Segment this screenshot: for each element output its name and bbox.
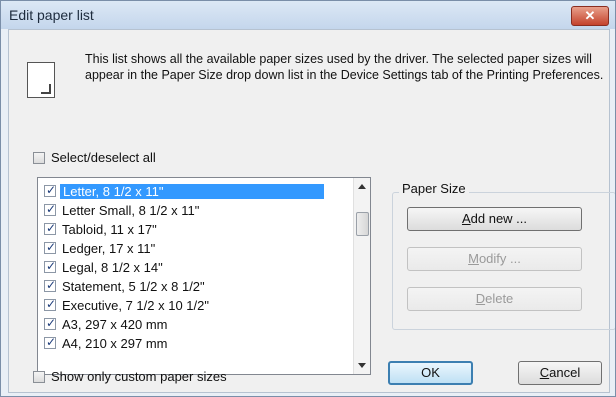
add-new-button[interactable]: Add new ... xyxy=(407,207,582,231)
paper-list-scrollbar[interactable] xyxy=(353,178,370,374)
show-custom-checkbox[interactable] xyxy=(33,371,45,383)
show-custom-label[interactable]: Show only custom paper sizes xyxy=(51,369,227,384)
paper-item-checkbox[interactable] xyxy=(44,202,56,216)
paper-item-checkbox[interactable] xyxy=(44,297,56,311)
paper-item-checkbox[interactable] xyxy=(44,335,56,349)
paper-item-label: Letter, 8 1/2 x 11" xyxy=(60,184,324,199)
document-icon xyxy=(27,62,55,98)
scroll-thumb[interactable] xyxy=(356,212,369,236)
paper-list-item[interactable]: A4, 210 x 297 mm xyxy=(38,334,354,353)
paper-list-item[interactable]: Letter Small, 8 1/2 x 11" xyxy=(38,201,354,220)
paper-size-group-title: Paper Size xyxy=(399,181,469,196)
paper-item-label: Executive, 7 1/2 x 10 1/2" xyxy=(62,298,209,313)
paper-list-item[interactable]: Ledger, 17 x 11" xyxy=(38,239,354,258)
paper-item-checkbox[interactable] xyxy=(44,278,56,292)
dialog-title: Edit paper list xyxy=(9,7,94,23)
paper-item-checkbox[interactable] xyxy=(44,183,56,197)
paper-item-checkbox[interactable] xyxy=(44,221,56,235)
ok-button[interactable]: OK xyxy=(388,361,473,385)
paper-list-item[interactable]: Tabloid, 11 x 17" xyxy=(38,220,354,239)
delete-label-post: elete xyxy=(485,291,514,306)
paper-item-label: Legal, 8 1/2 x 14" xyxy=(62,260,163,275)
close-icon: ✕ xyxy=(584,8,596,23)
paper-item-label: Ledger, 17 x 11" xyxy=(62,241,156,256)
modify-label-post: odify ... xyxy=(478,251,521,266)
cancel-accesskey: C xyxy=(539,365,550,380)
paper-item-checkbox[interactable] xyxy=(44,259,56,273)
add-new-label-post: dd new ... xyxy=(470,211,528,226)
dialog-body: This list shows all the available paper … xyxy=(8,29,615,393)
close-button[interactable]: ✕ xyxy=(571,6,609,26)
title-bar[interactable]: Edit paper list ✕ xyxy=(1,1,615,29)
paper-list-item[interactable]: Letter, 8 1/2 x 11" xyxy=(38,182,354,201)
paper-item-label: A3, 297 x 420 mm xyxy=(62,317,168,332)
delete-accesskey: D xyxy=(475,291,486,306)
select-all-label[interactable]: Select/deselect all xyxy=(51,150,156,165)
scroll-up-arrow-icon[interactable] xyxy=(358,184,366,189)
description-text: This list shows all the available paper … xyxy=(85,52,604,82)
cancel-button[interactable]: Cancel xyxy=(518,361,602,385)
paper-item-label: Statement, 5 1/2 x 8 1/2" xyxy=(62,279,205,294)
paper-item-label: Tabloid, 11 x 17" xyxy=(62,222,157,237)
edit-paper-list-dialog: Edit paper list ✕ This list shows all th… xyxy=(0,0,616,397)
cancel-label-post: ancel xyxy=(549,365,581,380)
modify-button[interactable]: Modify ... xyxy=(407,247,582,271)
paper-list-item[interactable]: Statement, 5 1/2 x 8 1/2" xyxy=(38,277,354,296)
paper-list[interactable]: Letter, 8 1/2 x 11" Letter Small, 8 1/2 x… xyxy=(37,177,371,375)
delete-button[interactable]: Delete xyxy=(407,287,582,311)
paper-list-item[interactable]: A3, 297 x 420 mm xyxy=(38,315,354,334)
scroll-down-arrow-icon[interactable] xyxy=(358,363,366,368)
paper-list-item[interactable]: Legal, 8 1/2 x 14" xyxy=(38,258,354,277)
paper-list-item[interactable]: Executive, 7 1/2 x 10 1/2" xyxy=(38,296,354,315)
add-new-accesskey: A xyxy=(461,211,471,226)
paper-item-label: A4, 210 x 297 mm xyxy=(62,336,168,351)
paper-item-checkbox[interactable] xyxy=(44,316,56,330)
modify-accesskey: M xyxy=(468,251,479,266)
paper-item-label: Letter Small, 8 1/2 x 11" xyxy=(62,203,200,218)
paper-item-checkbox[interactable] xyxy=(44,240,56,254)
select-all-checkbox[interactable] xyxy=(33,152,45,164)
